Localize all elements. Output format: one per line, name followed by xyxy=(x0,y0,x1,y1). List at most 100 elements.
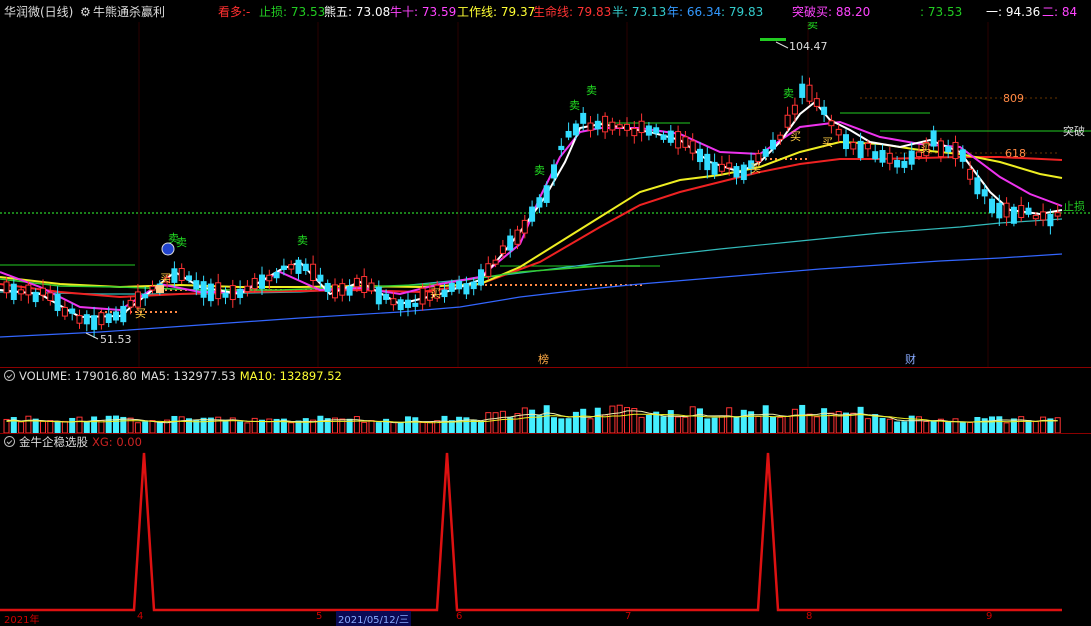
volume-bar xyxy=(967,422,974,433)
volume-bar xyxy=(244,422,251,433)
date-tick: 7 xyxy=(625,611,632,622)
candle xyxy=(609,121,616,131)
sell-signal: 卖 xyxy=(783,87,794,100)
candle xyxy=(974,177,981,195)
fib-618-label: 618 xyxy=(1005,147,1026,160)
header-item-life-line: 生命线: 79.83 xyxy=(533,5,612,19)
candle xyxy=(127,299,134,308)
volume-bar xyxy=(653,411,660,433)
candle xyxy=(631,127,638,137)
candle xyxy=(908,150,915,165)
candle xyxy=(1040,211,1047,221)
breakout-label: 突破 xyxy=(1063,124,1085,138)
candle xyxy=(171,268,178,283)
candle xyxy=(149,285,156,291)
candle xyxy=(799,83,806,98)
candle xyxy=(105,313,112,324)
volume-bar xyxy=(485,412,492,433)
candle xyxy=(806,84,813,102)
candle xyxy=(134,291,141,308)
volume-bar xyxy=(609,405,616,433)
candle xyxy=(937,140,944,158)
flag-icon xyxy=(156,285,164,293)
buy-signal: 买 xyxy=(822,136,833,149)
candle xyxy=(967,168,974,180)
candle xyxy=(755,153,762,163)
volume-bar xyxy=(1040,416,1047,433)
candle xyxy=(266,274,273,282)
gear-icon[interactable]: ⚙ xyxy=(80,5,91,19)
header-item-stoploss: 止损: 73.53 xyxy=(259,5,326,19)
candle xyxy=(463,283,470,295)
date-tick: 8 xyxy=(806,611,813,622)
candle xyxy=(843,134,849,150)
volume-bar xyxy=(156,422,163,433)
volume-bar xyxy=(397,421,404,433)
candle xyxy=(704,153,711,171)
volume-bar xyxy=(200,417,207,433)
candle xyxy=(492,259,499,265)
candle xyxy=(1047,213,1054,227)
volume-bar xyxy=(142,421,149,433)
volume-ma10: MA10: 132897.52 xyxy=(239,369,342,383)
candle xyxy=(310,263,317,282)
candle xyxy=(733,166,740,178)
volume-bar xyxy=(791,408,798,433)
volume-bar xyxy=(572,411,579,433)
candle xyxy=(76,315,83,324)
candle xyxy=(375,286,382,305)
panel-toggle-icon[interactable] xyxy=(4,370,15,381)
candle xyxy=(18,289,25,295)
candle xyxy=(565,130,572,138)
volume-bar xyxy=(222,419,229,433)
date-cursor-label: 2021/05/12/三 xyxy=(336,611,412,626)
volume-bar xyxy=(945,421,952,433)
buy-signal: 买 xyxy=(920,142,931,155)
volume-bar xyxy=(886,418,893,433)
candle xyxy=(770,139,776,150)
volume-bar xyxy=(69,417,76,433)
volume-bar xyxy=(105,415,112,433)
candle xyxy=(3,281,10,294)
candle xyxy=(857,140,864,159)
volume-bar xyxy=(441,415,448,433)
candle xyxy=(368,282,375,292)
volume-bar xyxy=(762,405,769,433)
volume-bar xyxy=(675,416,682,433)
volume-bar xyxy=(587,418,594,433)
volume-bar xyxy=(755,415,762,433)
volume-bar xyxy=(667,410,674,433)
volume-bar xyxy=(120,416,127,433)
candle xyxy=(456,280,463,290)
volume-bar xyxy=(959,421,966,433)
candle xyxy=(521,219,528,234)
volume-bar xyxy=(799,404,806,433)
candle xyxy=(47,292,54,302)
volume-bar xyxy=(821,408,828,433)
candle xyxy=(251,277,258,290)
candle xyxy=(624,123,630,131)
main-candlestick-chart[interactable]: 51.53 104.47 809 618 突破 止损 榜 财 卖 卖 卖 卖 卖… xyxy=(0,22,1091,367)
candle xyxy=(69,308,76,314)
candle xyxy=(638,120,645,134)
panel-toggle-icon[interactable] xyxy=(4,436,15,447)
candle xyxy=(83,314,90,325)
volume-bar xyxy=(813,416,820,433)
volume-bar xyxy=(1025,420,1032,433)
candle xyxy=(514,229,521,245)
volume-chart[interactable] xyxy=(0,383,1091,433)
header-item-unnamed-2: : 73.53 xyxy=(920,5,963,19)
volume-bar xyxy=(901,421,908,433)
volume-bar xyxy=(149,420,156,433)
signal-chart[interactable] xyxy=(0,449,1091,612)
candle xyxy=(762,148,769,157)
candle xyxy=(930,130,937,147)
volume-bar xyxy=(682,416,689,433)
candle xyxy=(54,293,61,311)
candle xyxy=(120,305,127,323)
volume-bar xyxy=(638,416,645,433)
volume-bar xyxy=(113,415,119,433)
volume-bar xyxy=(47,420,54,433)
volume-bar xyxy=(580,408,587,433)
header-item-niushi: 牛十: 73.59 xyxy=(390,5,457,19)
